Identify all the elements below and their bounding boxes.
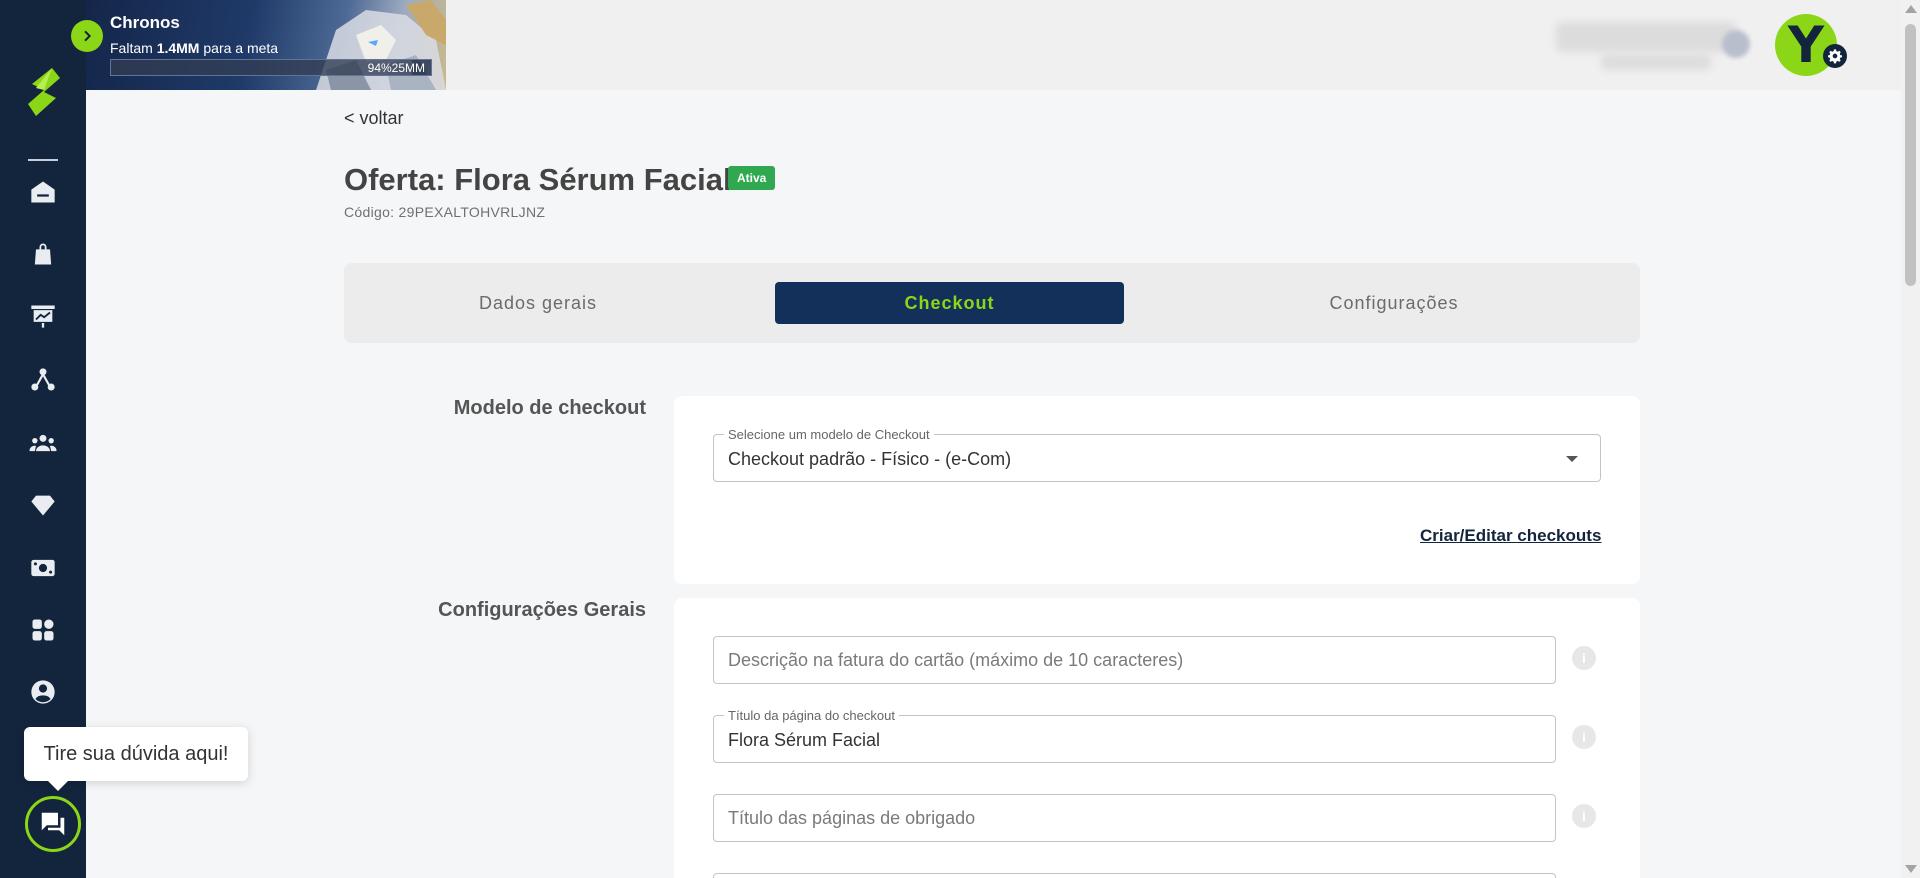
sidebar-item-users[interactable]	[23, 423, 63, 463]
scroll-down-icon[interactable]	[1905, 865, 1917, 873]
checkout-page-title-value[interactable]: Flora Sérum Facial	[728, 730, 880, 751]
tab-bar: Dados gerais Checkout Configurações	[344, 263, 1640, 343]
logo-icon[interactable]	[22, 66, 64, 118]
card-description-field[interactable]	[713, 636, 1556, 684]
avatar-letter: Y	[1787, 16, 1825, 74]
banner-subtitle-amount: 1.4MM	[156, 40, 200, 56]
network-icon	[31, 368, 55, 391]
back-link[interactable]: < voltar	[344, 108, 404, 129]
checkout-model-select-legend: Selecione um modelo de Checkout	[724, 427, 934, 442]
sidebar-item-dashboard[interactable]	[23, 296, 63, 336]
banner-subtitle-suffix: para a meta	[199, 40, 279, 56]
edit-checkouts-link[interactable]: Criar/Editar checkouts	[1420, 526, 1601, 546]
page-title: Oferta: Flora Sérum Facial	[344, 162, 732, 197]
help-chat-button[interactable]	[25, 796, 81, 852]
card-description-input[interactable]	[728, 637, 1541, 683]
banner-title: Chronos	[110, 13, 180, 32]
info-icon[interactable]: i	[1572, 725, 1596, 749]
sidebar-item-products[interactable]	[23, 234, 63, 274]
shopping-bag-icon	[34, 243, 52, 265]
tab-dados-gerais[interactable]: Dados gerais	[364, 282, 712, 324]
next-field[interactable]	[713, 873, 1556, 878]
blurred-user-info	[1556, 22, 1736, 52]
chevron-down-icon	[1566, 456, 1578, 462]
apps-icon	[32, 619, 54, 641]
offer-code: Código: 29PEXALTOHVRLJNZ	[344, 204, 546, 220]
blurred-user-info	[1601, 54, 1711, 70]
info-icon[interactable]: i	[1572, 804, 1596, 828]
checkout-model-card	[674, 396, 1640, 584]
thanks-page-title-field[interactable]	[713, 794, 1556, 842]
tab-configuracoes[interactable]: Configurações	[1184, 282, 1604, 324]
sidebar-item-apps[interactable]	[23, 610, 63, 650]
sidebar-item-diamond[interactable]	[23, 485, 63, 525]
sidebar-divider	[28, 159, 58, 161]
banner-subtitle: Faltam 1.4MM para a meta	[110, 40, 278, 56]
notification-icon[interactable]	[1722, 30, 1750, 58]
goal-progress-text: 94%25MM	[367, 61, 425, 75]
info-icon[interactable]: i	[1572, 646, 1596, 670]
checkout-model-select[interactable]: Selecione um modelo de Checkout Checkout…	[713, 427, 1601, 482]
chevron-right-icon	[84, 30, 92, 42]
money-icon	[31, 559, 55, 577]
sidebar-item-account[interactable]	[23, 672, 63, 712]
section-label-general-settings: Configurações Gerais	[438, 599, 646, 621]
dashboard-icon	[31, 305, 55, 328]
scroll-thumb[interactable]	[1905, 24, 1916, 286]
users-icon	[29, 434, 57, 452]
sidebar-item-network[interactable]	[23, 360, 63, 400]
character-illustration	[316, 0, 446, 90]
checkout-model-select-value: Checkout padrão - Físico - (e-Com)	[728, 449, 1012, 469]
banner-toggle-button[interactable]	[71, 20, 103, 52]
scroll-up-icon[interactable]	[1905, 5, 1917, 13]
goal-progress-bar: 94%25MM	[110, 59, 432, 76]
help-tooltip: Tire sua dúvida aqui!	[24, 727, 248, 791]
sidebar-item-finance[interactable]	[23, 548, 63, 588]
page-scrollbar[interactable]	[1901, 0, 1920, 878]
sidebar-item-home[interactable]	[23, 172, 63, 212]
account-icon	[31, 680, 55, 704]
checkout-page-title-field[interactable]: Título da página do checkout Flora Sérum…	[713, 708, 1556, 763]
gear-icon[interactable]	[1823, 44, 1847, 68]
banner-subtitle-prefix: Faltam	[110, 40, 157, 56]
section-label-checkout-model: Modelo de checkout	[453, 397, 646, 419]
chat-icon	[41, 812, 65, 836]
checkout-page-title-legend: Título da página do checkout	[724, 708, 899, 723]
thanks-page-title-input[interactable]	[728, 795, 1541, 841]
status-badge: Ativa	[728, 166, 776, 190]
diamond-icon	[31, 495, 55, 516]
home-icon	[31, 181, 55, 203]
tab-checkout[interactable]: Checkout	[775, 282, 1124, 324]
